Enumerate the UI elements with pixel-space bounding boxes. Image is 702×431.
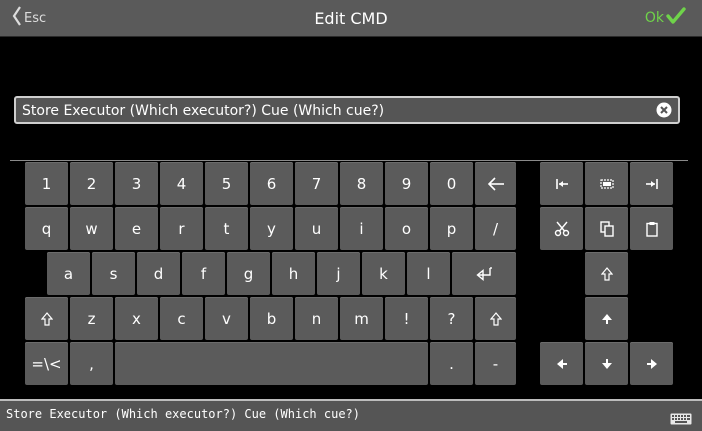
key-u[interactable]: u [295,207,338,250]
cursor-home-icon [555,178,568,189]
clipboard-icon [645,221,658,237]
key-l[interactable]: l [407,252,450,295]
clear-icon[interactable] [656,102,672,118]
home-key[interactable] [540,162,583,205]
arrow-right-key[interactable] [630,342,673,385]
key-e[interactable]: e [115,207,158,250]
key-7[interactable]: 7 [295,162,338,205]
shift-icon [600,266,613,281]
backspace-key[interactable] [475,162,516,205]
key-o[interactable]: o [385,207,428,250]
key-m[interactable]: m [340,297,383,340]
key-w[interactable]: w [70,207,113,250]
select-all-key[interactable] [585,162,628,205]
key-9[interactable]: 9 [385,162,428,205]
key-question[interactable]: ? [430,297,473,340]
shift-icon [40,311,53,326]
shift-right-key[interactable] [475,297,516,340]
key-z[interactable]: z [70,297,113,340]
key-special-chars[interactable]: =\< [25,342,68,385]
end-key[interactable] [630,162,673,205]
dialog-title: Edit CMD [314,9,388,28]
command-input[interactable] [22,100,650,122]
arrow-right-icon [646,358,657,369]
command-line-bar: Store Executor (Which executor?) Cue (Wh… [0,399,702,431]
key-slash[interactable]: / [475,207,516,250]
select-all-icon [599,178,614,189]
key-6[interactable]: 6 [250,162,293,205]
key-g[interactable]: g [227,252,270,295]
key-q[interactable]: q [25,207,68,250]
key-0[interactable]: 0 [430,162,473,205]
key-i[interactable]: i [340,207,383,250]
key-2[interactable]: 2 [70,162,113,205]
arrow-up-icon [601,313,612,324]
shift-left-key[interactable] [25,297,68,340]
key-4[interactable]: 4 [160,162,203,205]
paste-key[interactable] [630,207,673,250]
key-x[interactable]: x [115,297,158,340]
key-t[interactable]: t [205,207,248,250]
key-a[interactable]: a [47,252,90,295]
key-3[interactable]: 3 [115,162,158,205]
key-j[interactable]: j [317,252,360,295]
title-bar: Esc Edit CMD Ok [0,0,702,37]
key-p[interactable]: p [430,207,473,250]
key-y[interactable]: y [250,207,293,250]
key-v[interactable]: v [205,297,248,340]
key-d[interactable]: d [137,252,180,295]
key-5[interactable]: 5 [205,162,248,205]
divider [10,160,688,161]
cursor-end-icon [645,178,658,189]
cut-key[interactable] [540,207,583,250]
command-line-text: Store Executor (Which executor?) Cue (Wh… [6,407,361,421]
space-key[interactable] [115,342,428,385]
key-dash[interactable]: - [475,342,516,385]
key-period[interactable]: . [430,342,473,385]
shift-icon [489,311,502,326]
key-n[interactable]: n [295,297,338,340]
arrow-left-icon [487,176,504,191]
key-s[interactable]: s [92,252,135,295]
key-f[interactable]: f [182,252,225,295]
shift-right-panel-key[interactable] [585,252,628,295]
arrow-down-key[interactable] [585,342,628,385]
keyboard-icon[interactable] [670,410,692,429]
key-h[interactable]: h [272,252,315,295]
arrow-left-icon [556,358,567,369]
ok-button[interactable]: Ok [645,6,686,30]
copy-icon [599,220,614,237]
key-exclamation[interactable]: ! [385,297,428,340]
key-8[interactable]: 8 [340,162,383,205]
key-c[interactable]: c [160,297,203,340]
checkmark-icon [666,7,686,29]
enter-key[interactable] [452,252,516,295]
arrow-up-key[interactable] [585,297,628,340]
scissors-icon [554,221,569,236]
key-k[interactable]: k [362,252,405,295]
enter-icon [476,266,492,281]
key-1[interactable]: 1 [25,162,68,205]
key-b[interactable]: b [250,297,293,340]
key-comma[interactable]: , [70,342,113,385]
command-input-box [14,96,680,124]
copy-key[interactable] [585,207,628,250]
arrow-left-key[interactable] [540,342,583,385]
key-r[interactable]: r [160,207,203,250]
ok-label: Ok [644,10,664,26]
arrow-down-icon [601,358,612,369]
